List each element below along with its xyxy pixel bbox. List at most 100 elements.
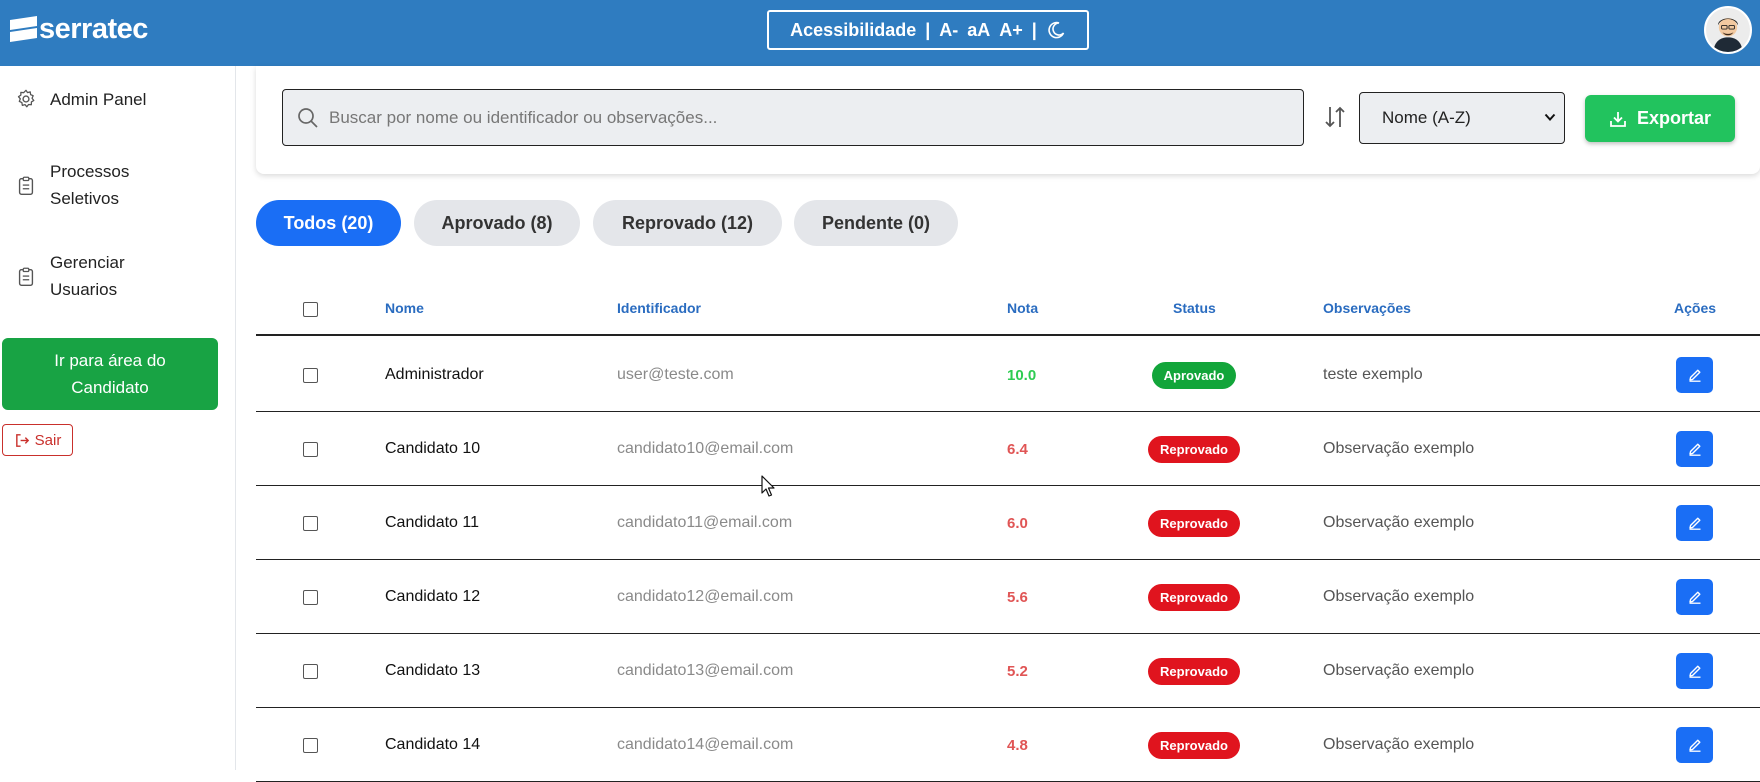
tab-todos[interactable]: Todos (20) <box>256 200 401 246</box>
status-badge: Reprovado <box>1148 435 1240 463</box>
row-select-cell <box>303 708 318 782</box>
edit-button[interactable] <box>1676 357 1713 393</box>
table-row: Candidato 13 candidato13@email.com 5.2 Repr… <box>256 634 1760 708</box>
font-decrease-button[interactable]: A- <box>939 20 958 41</box>
cell-nome: Candidato 14 <box>385 736 481 753</box>
logout-button[interactable]: Sair <box>2 424 73 456</box>
cell-nome: Candidato 11 <box>385 514 479 531</box>
status-badge: Aprovado <box>1151 361 1237 389</box>
sidebar-item-label: Processos <box>50 162 130 181</box>
sidebar: Admin Panel Processos Seletivos Gerencia… <box>0 66 236 770</box>
font-reset-button[interactable]: aA <box>967 20 990 41</box>
edit-button[interactable] <box>1676 727 1713 763</box>
column-header-identificador[interactable]: Identificador <box>617 300 701 316</box>
column-header-nota[interactable]: Nota <box>1007 300 1038 316</box>
table-row: Candidato 10 candidato10@email.com 6.4 Repr… <box>256 412 1760 486</box>
sidebar-item-label: Admin Panel <box>50 89 147 109</box>
cell-status: Reprovado <box>1147 634 1241 708</box>
cell-nota: 4.8 <box>1007 736 1028 754</box>
sort-select[interactable]: Nome (A-Z) <box>1359 92 1565 144</box>
table-row: Candidato 14 candidato14@email.com 4.8 Repr… <box>256 708 1760 782</box>
serratec-logo[interactable]: serratec <box>10 14 148 44</box>
logout-label: Sair <box>34 431 62 449</box>
avatar-icon <box>1706 8 1750 52</box>
go-to-candidate-area-button[interactable]: Ir para área do Candidato <box>2 338 218 410</box>
edit-button[interactable] <box>1676 579 1713 615</box>
row-checkbox[interactable] <box>303 515 318 531</box>
chevron-down-icon <box>1544 113 1556 121</box>
cell-acoes <box>1676 634 1713 708</box>
cell-status: Reprovado <box>1147 486 1241 560</box>
pencil-icon <box>1688 739 1700 752</box>
button-label-line: Ir para área do <box>54 351 166 370</box>
column-header-status[interactable]: Status <box>1173 300 1216 316</box>
sidebar-item-label: Usuarios <box>50 280 118 299</box>
sidebar-item-admin-panel[interactable]: Admin Panel <box>0 84 236 114</box>
cell-observacoes: Observação exemplo <box>1323 662 1475 679</box>
sidebar-item-label: Seletivos <box>50 189 119 208</box>
column-header-acoes: Ações <box>1674 300 1717 316</box>
table-row: Candidato 11 candidato11@email.com 6.0 Repr… <box>256 486 1760 560</box>
cell-observacoes: teste exemplo <box>1323 366 1423 383</box>
logo-text: serratec <box>39 13 148 45</box>
column-header-observacoes[interactable]: Observações <box>1323 300 1411 316</box>
cell-status: Aprovado <box>1151 338 1237 412</box>
accessibility-label: Acessibilidade <box>790 19 917 40</box>
cell-nota: 10.0 <box>1007 366 1037 384</box>
row-select-cell <box>303 412 318 486</box>
tab-aprovado[interactable]: Aprovado (8) <box>414 200 580 246</box>
search-field-wrapper <box>282 89 1304 146</box>
table-row: Candidato 12 candidato12@email.com 5.6 Repr… <box>256 560 1760 634</box>
row-checkbox[interactable] <box>303 737 318 753</box>
sort-arrows-icon[interactable] <box>1323 104 1347 130</box>
status-badge: Reprovado <box>1148 509 1240 537</box>
cell-acoes <box>1676 708 1713 782</box>
divider: | <box>925 19 931 40</box>
cell-identificador: user@teste.com <box>617 366 734 383</box>
font-increase-button[interactable]: A+ <box>999 20 1023 41</box>
sidebar-item-processos-seletivos[interactable]: Processos Seletivos <box>0 158 236 214</box>
cell-identificador: candidato13@email.com <box>617 662 794 679</box>
search-input[interactable] <box>329 107 1279 128</box>
cell-status: Reprovado <box>1147 412 1241 486</box>
row-checkbox[interactable] <box>303 663 318 679</box>
pencil-icon <box>1688 517 1700 530</box>
edit-button[interactable] <box>1676 431 1713 467</box>
cell-nota: 5.2 <box>1007 662 1028 680</box>
select-all-cell <box>303 290 318 328</box>
tab-reprovado[interactable]: Reprovado (12) <box>593 200 782 246</box>
pencil-icon <box>1688 665 1700 678</box>
logout-icon <box>15 433 29 447</box>
tab-pendente[interactable]: Pendente (0) <box>794 200 958 246</box>
export-button[interactable]: Exportar <box>1585 95 1735 142</box>
cell-acoes <box>1676 338 1713 412</box>
row-checkbox[interactable] <box>303 441 318 457</box>
search-toolbar-card: Nome (A-Z) Exportar <box>256 66 1760 174</box>
row-checkbox[interactable] <box>303 367 318 383</box>
pencil-icon <box>1688 369 1700 382</box>
accessibility-bar: Acessibilidade | A- aA A+ | <box>767 10 1089 50</box>
clipboard-icon <box>18 176 34 195</box>
cell-nota: 5.6 <box>1007 588 1028 606</box>
dark-mode-moon-icon[interactable] <box>1046 20 1066 40</box>
status-badge: Reprovado <box>1148 583 1240 611</box>
cell-nome: Candidato 13 <box>385 662 481 679</box>
table-header: Nome Identificador Nota Status Observaçõ… <box>256 290 1760 336</box>
cell-nome: Candidato 12 <box>385 588 481 605</box>
cell-status: Reprovado <box>1147 560 1241 634</box>
user-avatar[interactable] <box>1704 6 1752 54</box>
cell-acoes <box>1676 486 1713 560</box>
row-checkbox[interactable] <box>303 589 318 605</box>
edit-button[interactable] <box>1676 653 1713 689</box>
select-all-checkbox[interactable] <box>303 301 318 317</box>
cell-nome: Administrador <box>385 366 484 383</box>
search-icon <box>298 107 318 128</box>
cell-acoes <box>1676 560 1713 634</box>
sidebar-item-gerenciar-usuarios[interactable]: Gerenciar Usuarios <box>0 249 236 305</box>
cell-nome: Candidato 10 <box>385 440 481 457</box>
column-header-nome[interactable]: Nome <box>385 300 424 316</box>
sidebar-item-label: Gerenciar <box>50 253 125 272</box>
cell-observacoes: Observação exemplo <box>1323 588 1475 605</box>
edit-button[interactable] <box>1676 505 1713 541</box>
pencil-icon <box>1688 443 1700 456</box>
